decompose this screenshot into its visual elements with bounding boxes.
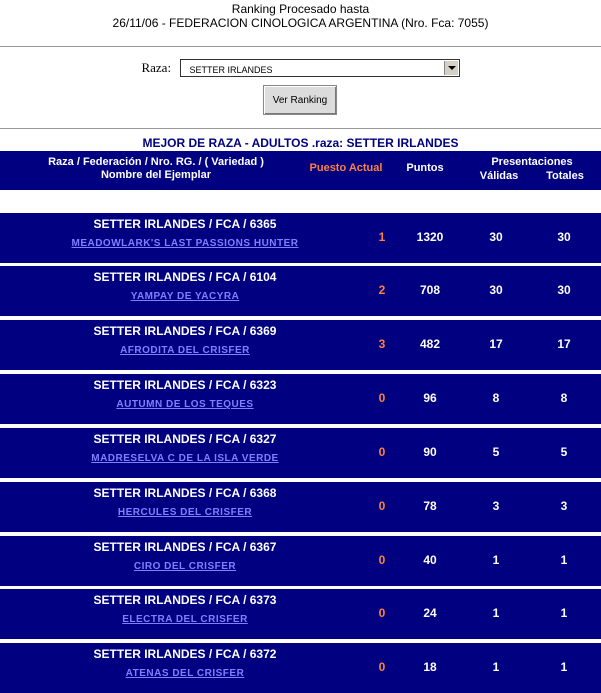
presentaciones-validas: 3	[492, 499, 500, 513]
presentaciones-totales: 30	[557, 283, 571, 297]
ejemplar-link[interactable]: ELECTRA DEL CRISFER	[0, 614, 370, 625]
raza-federacion-nro: SETTER IRLANDES / FCA / 6372	[93, 647, 277, 661]
col-header-totales: Totales	[546, 170, 584, 182]
table-row: SETTER IRLANDES / FCA / 6323 AUTUMN DE LO…	[0, 374, 601, 424]
presentaciones-totales: 1	[560, 606, 568, 620]
raza-label: Raza:	[141, 60, 172, 75]
table-row: SETTER IRLANDES / FCA / 6373 ELECTRA DEL …	[0, 589, 601, 639]
table-row: SETTER IRLANDES / FCA / 6104 YAMPAY DE YA…	[0, 266, 601, 316]
page-header: Ranking Procesado hasta 26/11/06 - FEDER…	[0, 0, 601, 31]
raza-federacion-nro: SETTER IRLANDES / FCA / 6104	[93, 270, 277, 284]
presentaciones-totales: 8	[560, 391, 568, 405]
col-header-validas: Válidas	[479, 170, 519, 182]
table-title: MEJOR DE RAZA - ADULTOS .raza: SETTER IR…	[142, 136, 459, 150]
puntos: 482	[419, 337, 441, 351]
divider-top	[0, 46, 601, 47]
presentaciones-totales: 30	[557, 230, 571, 244]
table-row: SETTER IRLANDES / FCA / 6327 MADRESELVA C…	[0, 428, 601, 478]
puesto-actual: 2	[378, 283, 386, 297]
raza-federacion-nro: SETTER IRLANDES / FCA / 6367	[93, 540, 277, 554]
table-row: SETTER IRLANDES / FCA / 6372 ATENAS DEL C…	[0, 643, 601, 693]
puntos: 708	[419, 283, 441, 297]
ejemplar-link[interactable]: HERCULES DEL CRISFER	[0, 507, 370, 518]
raza-select-value: SETTER IRLANDES	[189, 65, 273, 75]
raza-federacion-nro: SETTER IRLANDES / FCA / 6373	[93, 593, 277, 607]
table-row: SETTER IRLANDES / FCA / 6365 MEADOWLARK'S…	[0, 213, 601, 263]
presentaciones-validas: 5	[492, 445, 500, 459]
presentaciones-validas: 1	[492, 553, 500, 567]
raza-federacion-nro: SETTER IRLANDES / FCA / 6327	[93, 432, 277, 446]
puesto-actual: 0	[378, 553, 386, 567]
presentaciones-totales: 5	[560, 445, 568, 459]
ejemplar-link[interactable]: ATENAS DEL CRISFER	[0, 668, 370, 679]
puntos: 1320	[416, 230, 444, 244]
ejemplar-link[interactable]: AUTUMN DE LOS TEQUES	[0, 399, 370, 410]
ejemplar-link[interactable]: CIRO DEL CRISFER	[0, 561, 370, 572]
ejemplar-link[interactable]: AFRODITA DEL CRISFER	[0, 345, 370, 356]
raza-select[interactable]: SETTER IRLANDES	[179, 59, 460, 77]
col-header-puntos: Puntos	[406, 162, 444, 174]
presentaciones-totales: 1	[560, 660, 568, 674]
raza-federacion-nro: SETTER IRLANDES / FCA / 6365	[93, 217, 277, 231]
presentaciones-totales: 17	[557, 337, 571, 351]
col-header-raza-line1: Raza / Federación / Nro. RG. / ( Varieda…	[48, 156, 264, 168]
presentaciones-validas: 30	[489, 283, 503, 297]
puntos: 18	[423, 660, 437, 674]
puntos: 40	[423, 553, 437, 567]
header-line-1: Ranking Procesado hasta	[231, 2, 370, 16]
presentaciones-validas: 1	[492, 660, 500, 674]
raza-federacion-nro: SETTER IRLANDES / FCA / 6368	[93, 486, 277, 500]
raza-federacion-nro: SETTER IRLANDES / FCA / 6369	[93, 324, 277, 338]
table-row: SETTER IRLANDES / FCA / 6367 CIRO DEL CRI…	[0, 536, 601, 586]
puesto-actual: 0	[378, 499, 386, 513]
puntos: 96	[423, 391, 437, 405]
table-row: SETTER IRLANDES / FCA / 6368 HERCULES DEL…	[0, 482, 601, 532]
puntos: 24	[423, 606, 437, 620]
ejemplar-link[interactable]: MADRESELVA C DE LA ISLA VERDE	[0, 453, 370, 464]
ejemplar-link[interactable]: MEADOWLARK'S LAST PASSIONS HUNTER	[0, 238, 370, 249]
presentaciones-validas: 17	[489, 337, 503, 351]
puesto-actual: 0	[378, 445, 386, 459]
puesto-actual: 3	[378, 337, 386, 351]
table-header: Raza / Federación / Nro. RG. / ( Varieda…	[0, 151, 601, 190]
ejemplar-link[interactable]: YAMPAY DE YACYRA	[0, 291, 370, 302]
divider-bottom	[0, 128, 601, 129]
col-header-presentaciones: Presentaciones	[491, 156, 573, 168]
col-header-puesto: Puesto Actual	[309, 162, 383, 174]
presentaciones-totales: 3	[560, 499, 568, 513]
col-header-raza: Raza / Federación / Nro. RG. / ( Varieda…	[0, 156, 312, 182]
presentaciones-validas: 1	[492, 606, 500, 620]
puesto-actual: 0	[378, 391, 386, 405]
presentaciones-validas: 8	[492, 391, 500, 405]
ver-ranking-button[interactable]: Ver Ranking	[263, 85, 337, 115]
puesto-actual: 0	[378, 660, 386, 674]
presentaciones-validas: 30	[489, 230, 503, 244]
puntos: 90	[423, 445, 437, 459]
presentaciones-totales: 1	[560, 553, 568, 567]
chevron-down-icon[interactable]	[443, 61, 458, 75]
col-header-raza-line2: Nombre del Ejemplar	[100, 169, 212, 181]
table-row: SETTER IRLANDES / FCA / 6369 AFRODITA DEL…	[0, 320, 601, 370]
puesto-actual: 1	[378, 230, 386, 244]
raza-selector-row: Raza: SETTER IRLANDES	[0, 59, 601, 77]
header-line-2: 26/11/06 - FEDERACION CINOLOGICA ARGENTI…	[112, 16, 489, 30]
raza-federacion-nro: SETTER IRLANDES / FCA / 6323	[93, 378, 277, 392]
puesto-actual: 0	[378, 606, 386, 620]
puntos: 78	[423, 499, 437, 513]
